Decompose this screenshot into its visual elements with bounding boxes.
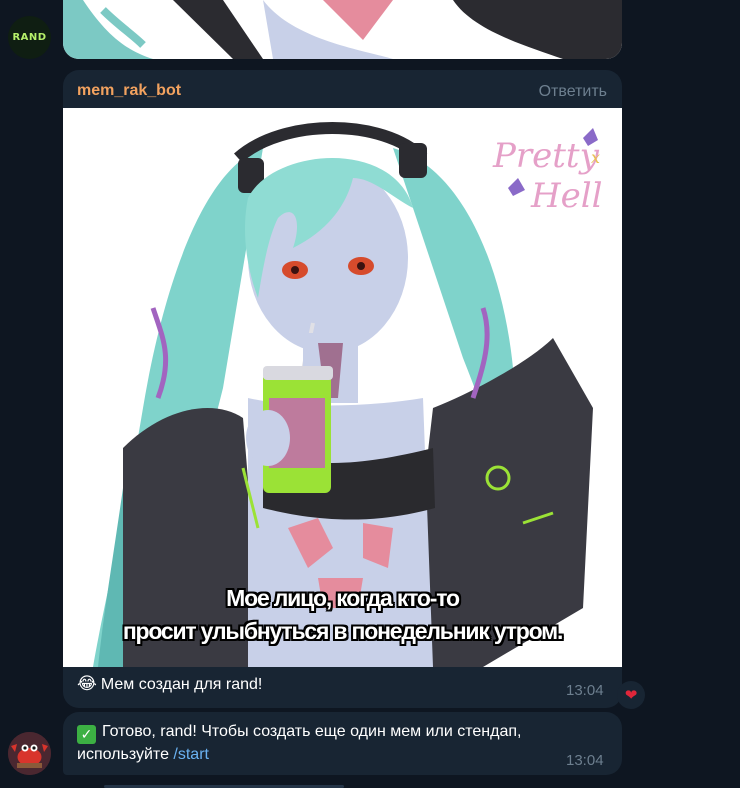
bot-message-text: ✓ Готово, rand! Чтобы создать еще один ме…: [77, 721, 577, 766]
laughing-emoji-icon: 😂: [77, 674, 97, 693]
bot-avatar[interactable]: [8, 732, 51, 775]
crab-icon: [8, 732, 51, 775]
bot-text-body: Готово, rand! Чтобы создать еще один мем…: [77, 723, 522, 763]
sender-name[interactable]: mem_rak_bot: [77, 82, 181, 100]
meme-image[interactable]: Pretty x Hell Мое лицо, когда кто-то про…: [63, 108, 622, 667]
check-mark-icon: ✓: [77, 725, 96, 744]
rand-avatar[interactable]: RAND: [8, 16, 51, 59]
watermark-hell: Hell: [531, 176, 603, 216]
meme-message[interactable]: mem_rak_bot Ответить Pretty x Hell Мое л…: [63, 70, 622, 708]
previous-image-message[interactable]: [63, 0, 622, 59]
watermark-x: x: [591, 148, 601, 167]
reply-button[interactable]: Ответить: [539, 83, 607, 101]
bot-message[interactable]: ✓ Готово, rand! Чтобы создать еще один ме…: [63, 712, 622, 775]
watermark-pretty: Pretty: [493, 136, 599, 176]
rand-avatar-label: RAND: [12, 32, 47, 43]
start-command-link[interactable]: /start: [173, 746, 209, 763]
bot-message-time: 13:04: [566, 752, 604, 769]
heart-reaction-icon[interactable]: ❤: [617, 681, 645, 709]
message-header: mem_rak_bot Ответить: [63, 70, 622, 108]
meme-caption-line2: просит улыбнуться в понедельник утром.: [122, 618, 564, 644]
message-time: 13:04: [566, 682, 604, 699]
message-text: Мем создан для rand!: [100, 676, 263, 693]
previous-meme-image: [63, 0, 622, 59]
meme-caption-line1: Мое лицо, когда кто-то: [226, 585, 460, 611]
message-text-row: 😂 Мем создан для rand!: [77, 674, 262, 694]
